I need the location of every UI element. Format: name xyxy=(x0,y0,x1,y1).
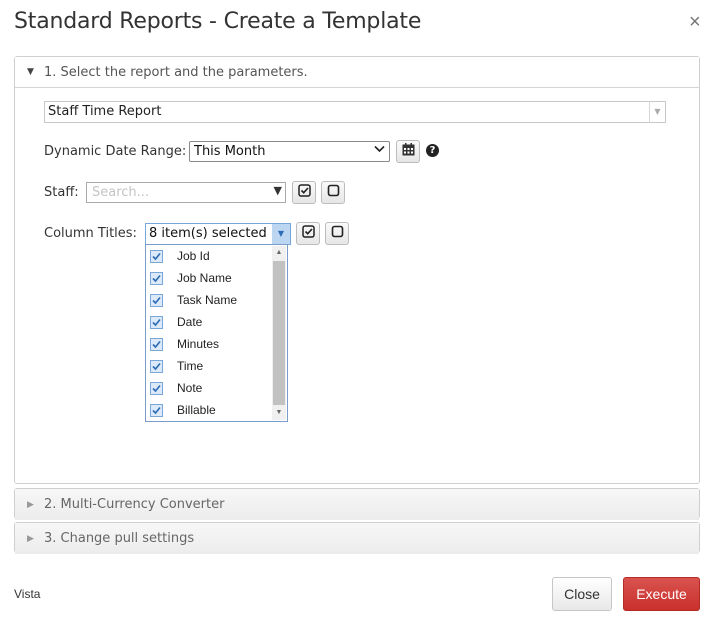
execute-button[interactable]: Execute xyxy=(623,577,700,611)
check-square-icon xyxy=(301,224,315,243)
staff-placeholder: Search... xyxy=(92,185,150,200)
list-item[interactable]: Date xyxy=(146,311,271,333)
staff-select-all-button[interactable] xyxy=(292,181,316,204)
chevron-down-icon xyxy=(374,143,385,156)
staff-search-input[interactable]: Search... ▼ xyxy=(86,182,286,203)
panel-header-pull-settings[interactable]: ▶ 3. Change pull settings xyxy=(15,523,699,554)
list-item-label: Job Name xyxy=(177,271,232,285)
panel-title: 2. Multi-Currency Converter xyxy=(44,497,225,512)
list-item-label: Task Name xyxy=(177,293,238,307)
list-item-label: Minutes xyxy=(177,337,220,351)
square-icon xyxy=(327,184,340,202)
list-item-label: Note xyxy=(177,381,203,395)
columns-clear-button[interactable] xyxy=(325,222,349,245)
columns-select-all-button[interactable] xyxy=(296,222,320,245)
column-titles-dropdown: Job Id Job Name Task Name Date Minutes T… xyxy=(145,244,288,422)
scroll-up-arrow-icon[interactable]: ▲ xyxy=(272,246,286,260)
scroll-down-arrow-icon[interactable]: ▼ xyxy=(272,406,286,420)
panel-pull-settings[interactable]: ▶ 3. Change pull settings xyxy=(14,522,700,554)
report-select-value: Staff Time Report xyxy=(48,104,162,119)
date-range-label: Dynamic Date Range: xyxy=(44,144,187,159)
list-item[interactable]: Billable xyxy=(146,399,271,421)
staff-clear-button[interactable] xyxy=(321,181,345,204)
calendar-icon xyxy=(402,142,415,161)
dialog-title: Standard Reports - Create a Template xyxy=(14,9,422,34)
list-item[interactable]: Time xyxy=(146,355,271,377)
panel-header-select-report[interactable]: ▼ 1. Select the report and the parameter… xyxy=(15,57,699,88)
theme-label: Vista xyxy=(14,587,41,601)
triangle-right-icon: ▶ xyxy=(27,499,34,510)
checkbox-checked-icon[interactable] xyxy=(150,359,163,373)
square-icon xyxy=(331,225,344,243)
triangle-down-icon: ▼ xyxy=(27,67,34,77)
checkbox-checked-icon[interactable] xyxy=(150,337,163,351)
checkbox-checked-icon[interactable] xyxy=(150,293,163,307)
close-button[interactable]: Close xyxy=(552,577,612,611)
close-dialog-icon[interactable]: × xyxy=(689,12,701,32)
scroll-thumb[interactable] xyxy=(273,261,285,405)
checkbox-checked-icon[interactable] xyxy=(150,249,163,263)
list-item[interactable]: Note xyxy=(146,377,271,399)
panel-header-multi-currency[interactable]: ▶ 2. Multi-Currency Converter xyxy=(15,489,699,520)
dropdown-scrollbar[interactable]: ▲ ▼ xyxy=(272,246,286,420)
list-item-label: Job Id xyxy=(177,249,210,263)
checkbox-checked-icon[interactable] xyxy=(150,271,163,285)
list-item[interactable]: Job Name xyxy=(146,267,271,289)
list-item-label: Date xyxy=(177,315,203,329)
triangle-right-icon: ▶ xyxy=(27,533,34,544)
check-square-icon xyxy=(297,183,311,202)
staff-label: Staff: xyxy=(44,185,79,200)
date-range-select[interactable]: This Month xyxy=(189,141,390,162)
report-select[interactable]: Staff Time Report ▼ xyxy=(44,101,666,123)
column-titles-label: Column Titles: xyxy=(44,226,137,241)
column-titles-summary: 8 item(s) selected xyxy=(149,226,267,241)
checkbox-checked-icon[interactable] xyxy=(150,403,163,417)
question-circle-icon[interactable]: ? xyxy=(426,144,439,157)
column-titles-select[interactable]: 8 item(s) selected ▼ xyxy=(145,223,291,245)
list-item[interactable]: Minutes xyxy=(146,333,271,355)
panel-title: 1. Select the report and the parameters. xyxy=(44,64,308,80)
list-item[interactable]: Task Name xyxy=(146,289,271,311)
panel-title: 3. Change pull settings xyxy=(44,531,195,546)
panel-multi-currency[interactable]: ▶ 2. Multi-Currency Converter xyxy=(14,488,700,520)
list-item-label: Billable xyxy=(177,403,216,417)
caret-down-icon: ▼ xyxy=(273,184,282,197)
chevron-down-icon: ▼ xyxy=(649,102,665,122)
chevron-down-icon: ▼ xyxy=(272,224,290,244)
calendar-button[interactable] xyxy=(396,140,420,163)
date-range-value: This Month xyxy=(194,144,266,159)
checkbox-checked-icon[interactable] xyxy=(150,381,163,395)
checkbox-checked-icon[interactable] xyxy=(150,315,163,329)
list-item[interactable]: Job Id xyxy=(146,245,271,267)
list-item-label: Time xyxy=(177,359,204,373)
